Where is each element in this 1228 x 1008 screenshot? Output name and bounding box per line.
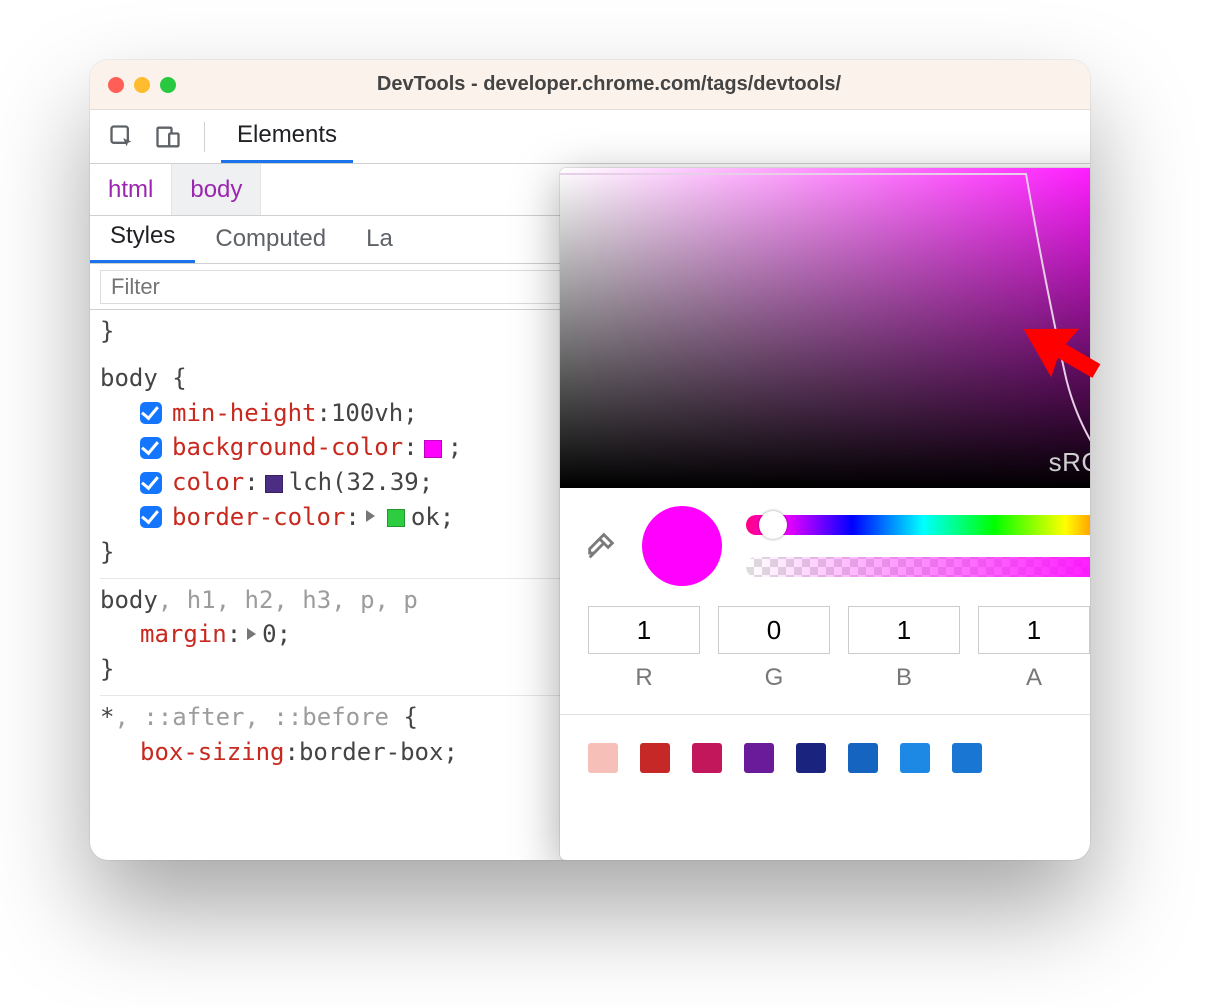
devtools-toolbar: Elements [90,110,1090,164]
hue-thumb[interactable] [759,511,787,539]
preset-swatch[interactable] [588,743,618,773]
css-value[interactable]: border-box [299,735,444,770]
rule-open-brace: { [389,703,418,731]
toggle-declaration-checkbox[interactable] [140,402,162,424]
css-value[interactable]: lch(32.39 [289,465,419,500]
channel-r-label: R [588,664,700,692]
color-swatch[interactable] [265,475,283,493]
preset-swatch[interactable] [952,743,982,773]
preset-swatch[interactable] [640,743,670,773]
subtab-styles[interactable]: Styles [90,222,195,263]
preset-swatch[interactable] [744,743,774,773]
channel-b-input[interactable] [848,606,960,654]
color-swatch[interactable] [387,509,405,527]
rule-selector-extra: , h1, h2, h3, p, p [158,586,418,614]
preset-swatch[interactable] [796,743,826,773]
rule-selector: body [100,364,158,392]
rule-close-brace: } [100,317,114,345]
channel-g-label: G [718,664,830,692]
subtab-computed[interactable]: Computed [195,225,346,263]
expand-shorthand-icon[interactable] [366,510,375,522]
window-title: DevTools - developer.chrome.com/tags/dev… [146,73,1072,96]
expand-shorthand-icon[interactable] [247,628,256,640]
hue-slider[interactable] [746,515,1090,535]
picker-controls-row [560,488,1090,594]
titlebar: DevTools - developer.chrome.com/tags/dev… [90,60,1090,110]
devtools-window: DevTools - developer.chrome.com/tags/dev… [90,60,1090,860]
color-presets-row: ▲▼ [560,714,1090,774]
channel-b-label: B [848,664,960,692]
channel-g-input[interactable] [718,606,830,654]
gamut-label: sRGB [1049,447,1090,478]
tab-elements[interactable]: Elements [221,110,353,163]
css-value[interactable]: 100vh [331,396,403,431]
channel-a-input[interactable] [978,606,1090,654]
alpha-slider[interactable] [746,557,1090,577]
close-window-button[interactable] [108,77,124,93]
preset-swatch[interactable] [848,743,878,773]
color-channels-row: R G B A ▲▼ [560,594,1090,696]
channel-a-label: A [978,664,1090,692]
color-picker: sRGB R G [560,168,1090,860]
eyedropper-icon[interactable] [584,529,618,563]
current-color-swatch[interactable] [642,506,722,586]
preset-swatch[interactable] [692,743,722,773]
subtab-layout[interactable]: La [346,225,413,263]
device-toggle-icon[interactable] [154,123,182,151]
breadcrumb-html[interactable]: html [90,164,172,215]
inspect-icon[interactable] [108,123,136,151]
toolbar-separator [204,122,205,152]
annotation-arrow-icon [1010,300,1110,400]
css-value[interactable]: 0 [262,617,276,652]
rule-selector: * [100,703,114,731]
css-property[interactable]: color [172,465,244,500]
rule-close-brace: } [100,538,114,566]
css-property[interactable]: background-color [172,430,403,465]
rule-close-brace: } [100,655,114,683]
color-swatch[interactable] [424,440,442,458]
css-value[interactable]: ok [411,500,440,535]
toggle-declaration-checkbox[interactable] [140,437,162,459]
css-property[interactable]: border-color [172,500,345,535]
css-property[interactable]: box-sizing [140,735,285,770]
rule-open-brace: { [158,364,187,392]
channel-r-input[interactable] [588,606,700,654]
rule-selector-extra: , ::after, ::before [114,703,389,731]
rule-selector: body [100,586,158,614]
preset-swatch[interactable] [900,743,930,773]
breadcrumb-body[interactable]: body [172,164,261,215]
toggle-declaration-checkbox[interactable] [140,472,162,494]
css-property[interactable]: margin [140,617,227,652]
css-property[interactable]: min-height [172,396,317,431]
toggle-declaration-checkbox[interactable] [140,506,162,528]
